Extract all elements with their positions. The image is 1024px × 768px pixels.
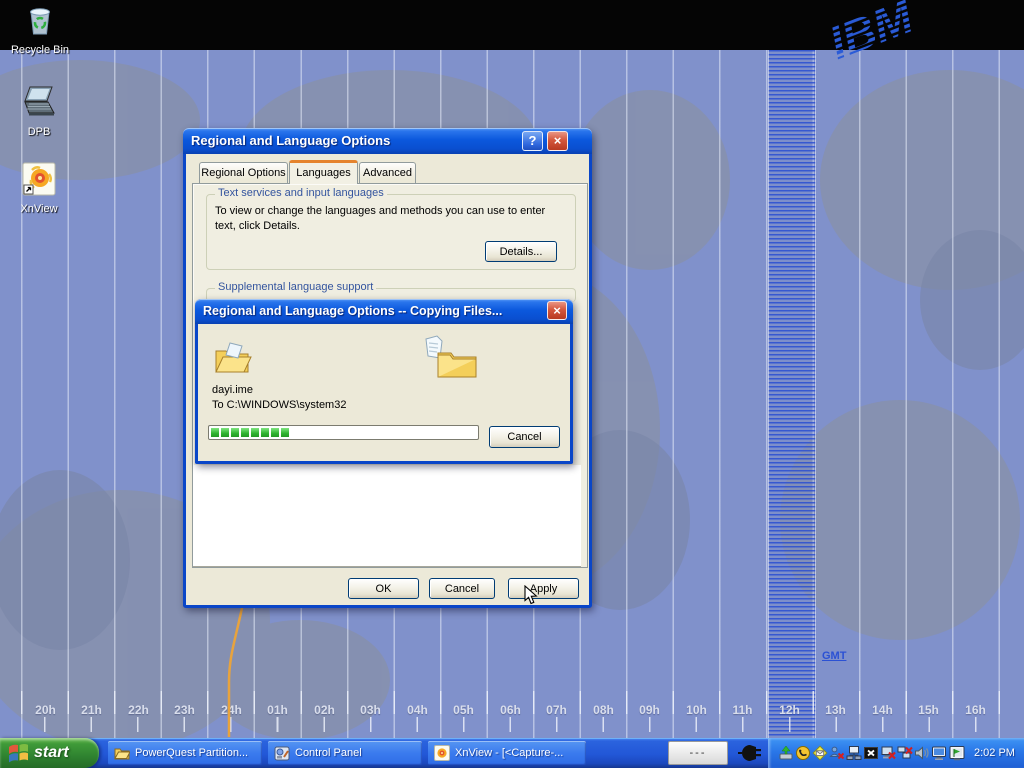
computer-offline-icon[interactable] — [880, 745, 896, 761]
taskbar-button-label: PowerQuest Partition... — [135, 747, 248, 759]
gmt-label: GMT — [822, 650, 846, 662]
timezone-label: 04h — [394, 703, 441, 717]
timezone-label: 12h — [766, 703, 813, 717]
copy-dialog-titlebar[interactable]: Regional and Language Options -- Copying… — [195, 299, 573, 324]
progress-segment — [281, 428, 289, 437]
desktop-icon-xnview[interactable]: XnView — [1, 162, 77, 215]
progress-segment — [231, 428, 239, 437]
timezone-label: 10h — [673, 703, 720, 717]
timezone-label: 13h — [812, 703, 859, 717]
cancel-button[interactable]: Cancel — [429, 578, 495, 599]
control-panel-icon — [274, 746, 290, 761]
timezone-label: 01h — [254, 703, 301, 717]
gmt-stripe-band — [768, 50, 816, 738]
taskbar-button-label: XnView - [<Capture-... — [455, 747, 563, 759]
copy-dialog-title: Regional and Language Options -- Copying… — [203, 304, 502, 318]
taskbar-button-label: Control Panel — [295, 747, 362, 759]
close-icon[interactable]: × — [547, 131, 568, 151]
dialog-title: Regional and Language Options — [191, 133, 390, 148]
volume-icon[interactable] — [914, 745, 930, 761]
progress-segment — [221, 428, 229, 437]
desktop-icon-dpb[interactable]: DPB — [1, 85, 77, 138]
taskbar-button-xnview[interactable]: XnView - [<Capture-... — [428, 741, 586, 765]
timezone-label: 06h — [487, 703, 534, 717]
timezone-label: 16h — [952, 703, 999, 717]
taskbar-button-powerquest[interactable]: PowerQuest Partition... — [108, 741, 262, 765]
support-assistant-icon[interactable] — [795, 745, 811, 761]
progress-segment — [251, 428, 259, 437]
display-icon[interactable] — [931, 745, 947, 761]
source-folder-icon — [214, 341, 252, 377]
power-plug-icon[interactable] — [736, 742, 762, 764]
desktop-icon-label: XnView — [1, 203, 77, 215]
timezone-label: 15h — [905, 703, 952, 717]
help-button[interactable]: ? — [522, 131, 543, 151]
tab-regional-options[interactable]: Regional Options — [199, 162, 288, 183]
taskbar-button-control-panel[interactable]: Control Panel — [268, 741, 422, 765]
xnview-icon — [434, 745, 450, 761]
ok-button[interactable]: OK — [348, 578, 419, 599]
folder-icon — [114, 746, 130, 760]
timezone-label: 21h — [68, 703, 115, 717]
progress-segment — [271, 428, 279, 437]
timezone-label: 11h — [719, 703, 766, 717]
safely-remove-hardware-icon[interactable] — [778, 745, 794, 761]
timezone-label: 20h — [22, 703, 69, 717]
desktop-icon-recycle-bin[interactable]: Recycle Bin — [2, 3, 78, 56]
timezone-label: 08h — [580, 703, 627, 717]
start-button[interactable]: start — [0, 738, 99, 768]
copying-file-name: dayi.ime — [212, 383, 253, 398]
destination-folder-icon — [436, 347, 478, 379]
system-tray: 2:02 PM — [768, 738, 1024, 768]
laptop-icon — [20, 85, 58, 119]
desktop: IBM 20h 21h 22h 23h 24h 01h 02h 03h 04h … — [0, 0, 1024, 768]
tab-advanced[interactable]: Advanced — [359, 162, 416, 183]
copy-cancel-button[interactable]: Cancel — [489, 426, 560, 448]
text-services-group-title: Text services and input languages — [215, 187, 387, 199]
desktop-icon-label: Recycle Bin — [2, 44, 78, 56]
users-offline-icon[interactable] — [829, 745, 845, 761]
desktop-icon-label: DPB — [1, 126, 77, 138]
details-button[interactable]: Details... — [485, 241, 557, 262]
timezone-ticks — [44, 717, 1004, 732]
xnview-icon — [22, 162, 56, 196]
repaint-white-region — [193, 465, 581, 567]
device-disabled-icon[interactable] — [863, 745, 879, 761]
close-icon[interactable]: × — [547, 301, 567, 320]
language-bar[interactable]: --- — [668, 741, 728, 765]
copy-progress-bar — [208, 425, 479, 440]
timezone-label: 22h — [115, 703, 162, 717]
timezone-label: 02h — [301, 703, 348, 717]
timezone-label: 14h — [859, 703, 906, 717]
windows-flag-icon — [8, 743, 29, 764]
copying-destination: To C:\WINDOWS\system32 — [212, 398, 346, 413]
copying-files-dialog: Regional and Language Options -- Copying… — [195, 299, 573, 464]
tab-languages[interactable]: Languages — [289, 160, 358, 184]
dialog-titlebar[interactable]: Regional and Language Options ? × — [183, 128, 592, 154]
recycle-bin-icon — [23, 3, 57, 37]
network-disconnected-icon[interactable] — [897, 745, 913, 761]
timezone-label: 09h — [626, 703, 673, 717]
apply-button[interactable]: Apply — [508, 578, 579, 599]
clock[interactable]: 2:02 PM — [974, 747, 1015, 759]
timezone-label: 23h — [161, 703, 208, 717]
progress-segment — [241, 428, 249, 437]
timezone-label: 05h — [440, 703, 487, 717]
updates-envelope-icon[interactable] — [812, 745, 828, 761]
start-label: start — [34, 744, 69, 762]
timezone-label: 03h — [347, 703, 394, 717]
timezone-label: 07h — [533, 703, 580, 717]
timezone-label: 24h — [208, 703, 255, 717]
progress-segment — [211, 428, 219, 437]
text-services-description: To view or change the languages and meth… — [215, 204, 567, 234]
taskbar: start PowerQuest Partition... Contro — [0, 738, 1024, 768]
network-share-icon[interactable] — [846, 745, 862, 761]
progress-segment — [261, 428, 269, 437]
supplemental-group-title: Supplemental language support — [215, 281, 376, 293]
display-settings-icon[interactable] — [948, 745, 966, 761]
